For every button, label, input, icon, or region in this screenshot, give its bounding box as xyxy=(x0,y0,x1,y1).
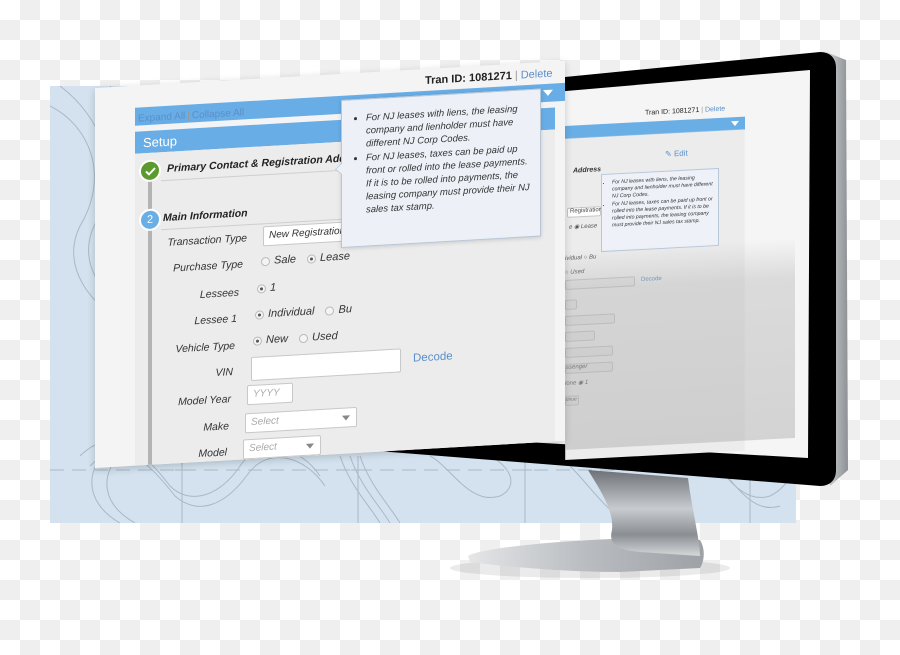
monitor-lease-radio: e ◉ Lease xyxy=(569,223,598,231)
lessee-business-option[interactable]: Bu xyxy=(325,303,352,317)
monitor-edit-link[interactable]: ✎ Edit xyxy=(665,149,688,159)
monitor-count-radio: lone ◉ 1 xyxy=(565,379,589,387)
nj-lease-info-tooltip: For NJ leases with liens, the leasing co… xyxy=(341,88,541,248)
radio-button[interactable] xyxy=(299,333,309,343)
purchase-type-sale-option[interactable]: Sale xyxy=(261,253,296,267)
monitor-vehicle-radio: ○ Used xyxy=(565,268,585,276)
radio-button-selected[interactable] xyxy=(253,335,262,346)
purchase-type-lease-option[interactable]: Lease xyxy=(307,250,350,264)
chevron-down-icon xyxy=(306,443,314,449)
check-icon xyxy=(144,166,156,176)
monitor-tooltip: For NJ leases with liens, the leasing co… xyxy=(601,167,719,253)
monitor-model-field xyxy=(565,330,595,342)
monitor-year-field xyxy=(565,299,577,310)
model-year-input[interactable]: YYYY xyxy=(247,382,293,406)
vehicle-type-new-option[interactable]: New xyxy=(253,333,288,347)
delete-link[interactable]: Delete xyxy=(521,68,553,82)
radio-button-selected[interactable] xyxy=(307,253,317,264)
radio-button-selected[interactable] xyxy=(257,283,266,294)
monitor-transaction-field: Registration xyxy=(567,206,602,218)
monitor-delete-link[interactable]: Delete xyxy=(705,106,725,114)
lessees-radio-group: 1 xyxy=(257,281,282,294)
decode-vin-link[interactable]: Decode xyxy=(413,350,453,364)
monitor-tran-id: Tran ID: 1081271 | Delete xyxy=(645,105,726,117)
radio-button[interactable] xyxy=(325,305,335,316)
monitor-decode-link[interactable]: Decode xyxy=(641,276,662,283)
radio-button[interactable] xyxy=(261,256,270,266)
radio-button-selected[interactable] xyxy=(255,309,264,320)
monitor-screen: Tran ID: 1081271 | Delete ✎ Edit Address… xyxy=(565,87,810,460)
collapse-caret-icon[interactable] xyxy=(543,89,553,97)
vehicle-type-used-option[interactable]: Used xyxy=(299,330,338,344)
tooltip-item: For NJ leases, taxes can be paid up fron… xyxy=(366,142,530,216)
lessees-one-option[interactable]: 1 xyxy=(257,282,276,295)
monitor-continue-button[interactable]: tinue xyxy=(565,395,579,406)
monitor-collapse-icon[interactable] xyxy=(731,120,739,127)
monitor-address-label: Address xyxy=(573,166,602,175)
chevron-down-icon xyxy=(342,415,350,421)
